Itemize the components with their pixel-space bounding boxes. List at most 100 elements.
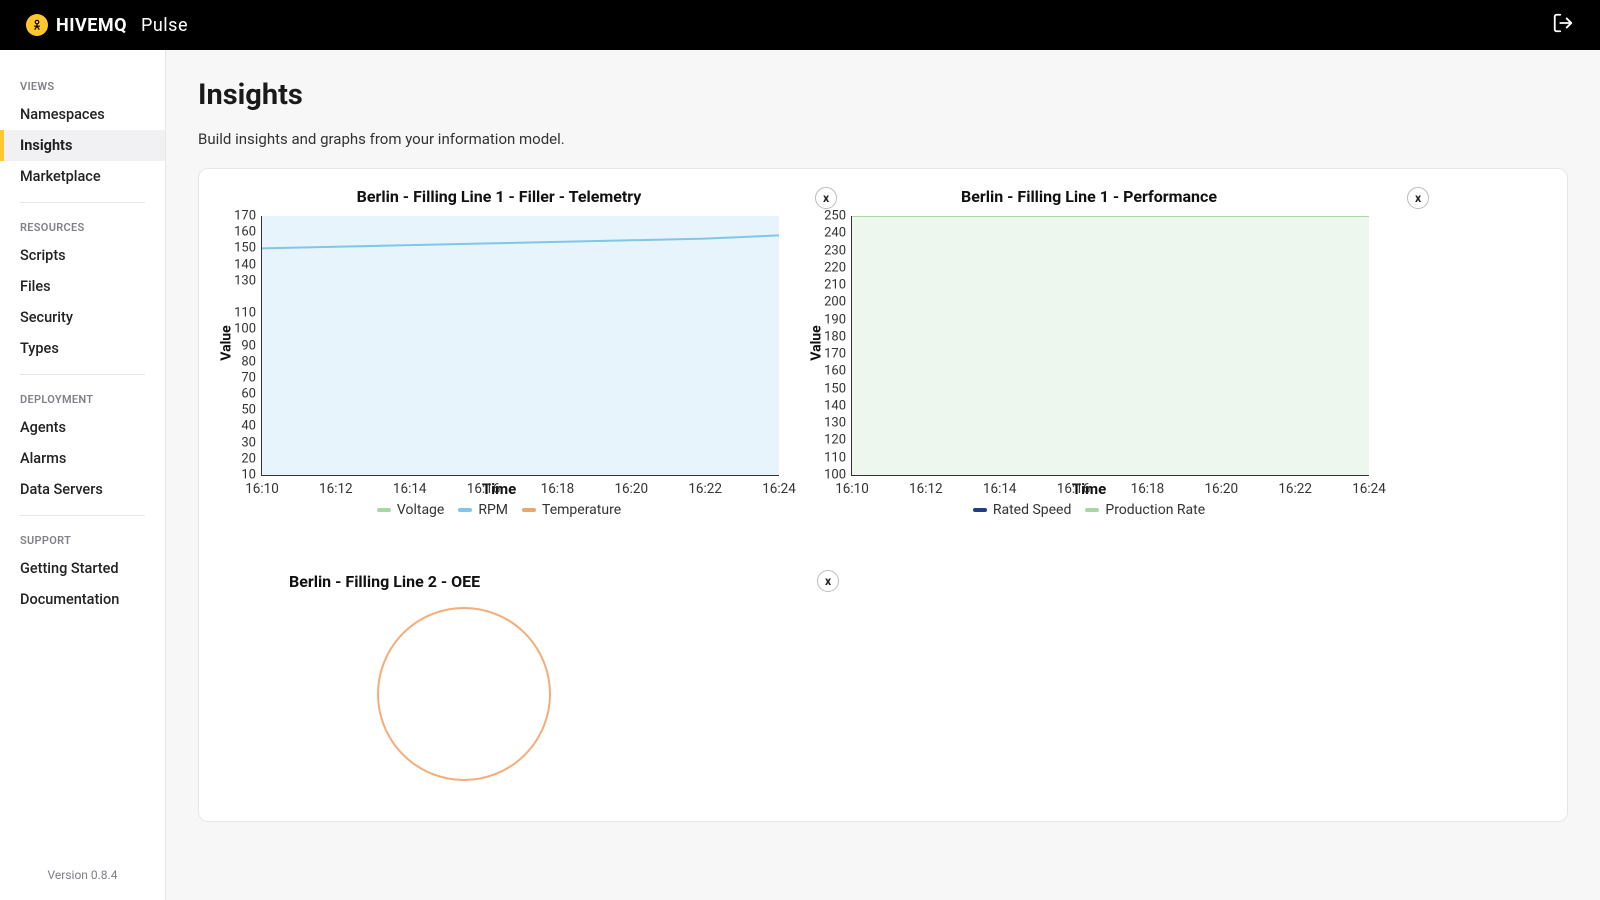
chart-performance-legend: Rated Speed Production Rate	[809, 502, 1369, 518]
sidebar-group-resources: RESOURCES	[0, 215, 165, 240]
ytick: 250	[818, 209, 846, 224]
legend-label: RPM	[478, 502, 508, 518]
legend-swatch-icon	[1085, 508, 1099, 512]
legend-swatch-icon	[377, 508, 391, 512]
sidebar-item-data-servers[interactable]: Data Servers	[0, 474, 165, 505]
legend-item: Production Rate	[1085, 502, 1205, 518]
xtick: 16:10	[835, 481, 869, 497]
xtick: 16:16	[467, 481, 501, 497]
logout-icon[interactable]	[1552, 12, 1574, 38]
xtick: 16:18	[1131, 481, 1165, 497]
insights-card: Berlin - Filling Line 1 - Filler - Telem…	[198, 168, 1568, 822]
sidebar-item-types[interactable]: Types	[0, 333, 165, 364]
legend-label: Production Rate	[1105, 502, 1205, 518]
ytick: 150	[228, 241, 256, 256]
sidebar-separator	[20, 515, 145, 516]
ytick: 170	[228, 209, 256, 224]
chart-performance-title: Berlin - Filling Line 1 - Performance	[809, 187, 1369, 206]
chart-telemetry-svg	[262, 216, 779, 475]
sidebar-group-support: SUPPORT	[0, 528, 165, 553]
legend-item: Voltage	[377, 502, 444, 518]
ytick: 80	[228, 354, 256, 369]
ytick: 220	[818, 260, 846, 275]
chart-telemetry-legend: Voltage RPM Temperature	[219, 502, 779, 518]
ytick: 110	[228, 306, 256, 321]
chart-oee-close-button[interactable]: x	[817, 570, 839, 592]
ytick: 170	[818, 347, 846, 362]
main-content: Insights Build insights and graphs from …	[166, 50, 1600, 900]
xtick: 16:12	[319, 481, 353, 497]
xtick: 16:14	[393, 481, 427, 497]
ytick: 100	[228, 322, 256, 337]
xtick: 16:18	[541, 481, 575, 497]
ytick: 180	[818, 329, 846, 344]
ytick: 150	[818, 381, 846, 396]
chart-oee-title: Berlin - Filling Line 2 - OEE	[219, 572, 709, 591]
sidebar-item-agents[interactable]: Agents	[0, 412, 165, 443]
sidebar-group-views: VIEWS	[0, 74, 165, 99]
ytick: 30	[228, 435, 256, 450]
legend-swatch-icon	[973, 508, 987, 512]
ytick: 140	[818, 398, 846, 413]
sidebar-item-insights[interactable]: Insights	[0, 130, 165, 161]
xtick: 16:12	[909, 481, 943, 497]
chart-telemetry-title: Berlin - Filling Line 1 - Filler - Telem…	[219, 187, 779, 206]
ytick: 130	[818, 416, 846, 431]
xtick: 16:24	[1352, 481, 1386, 497]
chart-performance: Berlin - Filling Line 1 - Performance x …	[809, 187, 1369, 518]
sidebar-item-documentation[interactable]: Documentation	[0, 584, 165, 615]
ytick: 90	[228, 338, 256, 353]
ytick: 210	[818, 278, 846, 293]
chart-performance-close-button[interactable]: x	[1407, 187, 1429, 209]
brand-sub-text: Pulse	[141, 15, 188, 36]
sidebar-item-scripts[interactable]: Scripts	[0, 240, 165, 271]
chart-performance-plot: 1001101201301401501601701801902002102202…	[851, 216, 1369, 476]
chart-telemetry-plot: 1020304050607080901001101301401501601701…	[261, 216, 779, 476]
ytick: 200	[818, 295, 846, 310]
app-header: HIVEMQ Pulse	[0, 0, 1600, 50]
ytick: 190	[818, 312, 846, 327]
brand-logo-icon	[26, 14, 48, 36]
sidebar-item-namespaces[interactable]: Namespaces	[0, 99, 165, 130]
ytick: 140	[228, 257, 256, 272]
chart-oee-circle	[377, 607, 551, 781]
sidebar-item-files[interactable]: Files	[0, 271, 165, 302]
brand-main-text: HIVEMQ	[56, 15, 127, 36]
ytick: 160	[228, 225, 256, 240]
xtick: 16:22	[688, 481, 722, 497]
xtick: 16:20	[614, 481, 648, 497]
page-description: Build insights and graphs from your info…	[198, 130, 1568, 148]
ytick: 40	[228, 419, 256, 434]
ytick: 60	[228, 387, 256, 402]
ytick: 50	[228, 403, 256, 418]
legend-item: Rated Speed	[973, 502, 1072, 518]
legend-label: Rated Speed	[993, 502, 1072, 518]
brand: HIVEMQ Pulse	[26, 14, 188, 36]
sidebar-group-deployment: DEPLOYMENT	[0, 387, 165, 412]
sidebar: VIEWS Namespaces Insights Marketplace RE…	[0, 50, 166, 900]
page-title: Insights	[198, 78, 1568, 112]
legend-label: Temperature	[542, 502, 621, 518]
ytick: 110	[818, 450, 846, 465]
sidebar-separator	[20, 374, 145, 375]
xtick: 16:16	[1057, 481, 1091, 497]
sidebar-item-getting-started[interactable]: Getting Started	[0, 553, 165, 584]
chart-performance-svg	[852, 216, 1369, 475]
ytick: 240	[818, 226, 846, 241]
sidebar-separator	[20, 202, 145, 203]
legend-swatch-icon	[522, 508, 536, 512]
legend-label: Voltage	[397, 502, 444, 518]
xtick: 16:10	[245, 481, 279, 497]
chart-telemetry: Berlin - Filling Line 1 - Filler - Telem…	[219, 187, 779, 518]
xtick: 16:20	[1204, 481, 1238, 497]
ytick: 120	[818, 433, 846, 448]
chart-oee: Berlin - Filling Line 2 - OEE x	[219, 572, 709, 781]
sidebar-version: Version 0.8.4	[0, 850, 165, 900]
ytick: 230	[818, 243, 846, 258]
sidebar-item-alarms[interactable]: Alarms	[0, 443, 165, 474]
sidebar-item-security[interactable]: Security	[0, 302, 165, 333]
xtick: 16:24	[762, 481, 796, 497]
ytick: 20	[228, 451, 256, 466]
legend-item: RPM	[458, 502, 508, 518]
sidebar-item-marketplace[interactable]: Marketplace	[0, 161, 165, 192]
